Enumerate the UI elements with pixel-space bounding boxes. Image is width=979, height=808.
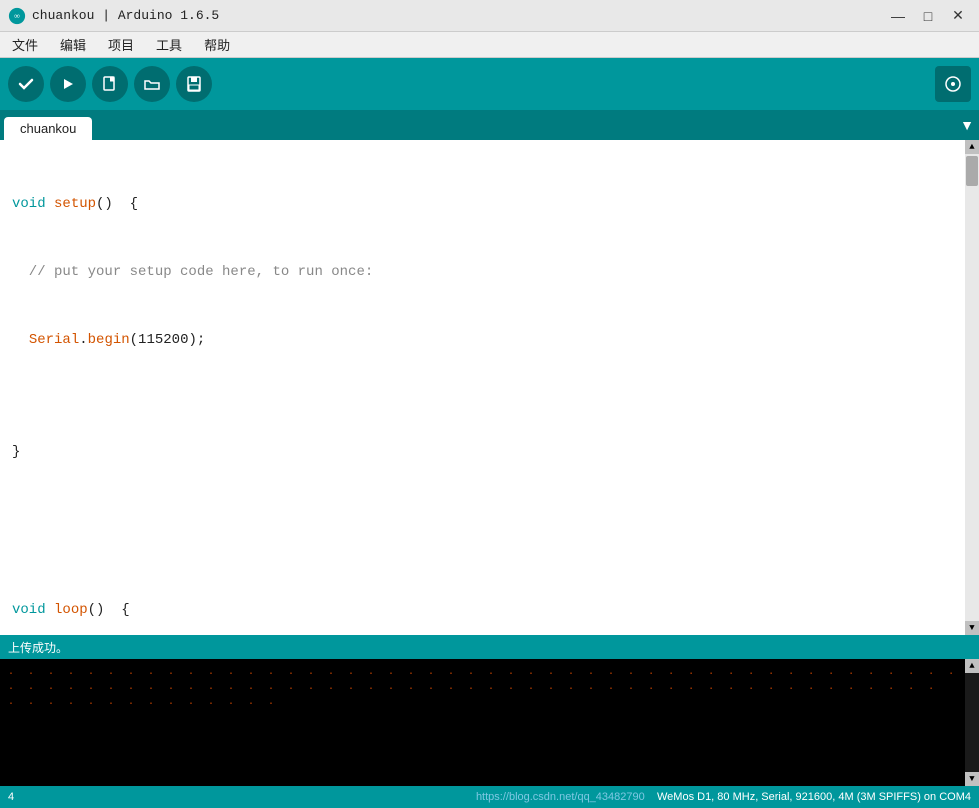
scroll-up-button[interactable]: ▲: [965, 140, 979, 154]
status-bar: 上传成功。: [0, 635, 979, 659]
verify-button[interactable]: [8, 66, 44, 102]
save-button[interactable]: [176, 66, 212, 102]
upload-icon: [59, 75, 77, 93]
code-line-8: void loop() {: [12, 599, 953, 622]
tab-chuankou[interactable]: chuankou: [4, 117, 92, 140]
new-button[interactable]: [92, 66, 128, 102]
title-bar: ∞ chuankou | Arduino 1.6.5 — □ ✕: [0, 0, 979, 32]
menu-edit[interactable]: 编辑: [54, 33, 92, 56]
menu-help[interactable]: 帮助: [198, 33, 236, 56]
code-line-3: Serial.begin(115200);: [12, 329, 953, 352]
code-line-1: void setup() {: [12, 193, 953, 216]
tab-dropdown-button[interactable]: ▼: [955, 110, 979, 140]
open-icon: [143, 75, 161, 93]
verify-icon: [17, 75, 35, 93]
console-dots-1: . . . . . . . . . . . . . . . . . . . . …: [8, 665, 959, 695]
editor-container: void setup() { // put your setup code he…: [0, 140, 979, 635]
console-scroll-up[interactable]: ▲: [965, 659, 979, 673]
board-info: https://blog.csdn.net/qq_43482790 WeMos …: [476, 791, 971, 803]
editor-scrollbar[interactable]: ▲ ▼: [965, 140, 979, 635]
board-info-text: WeMos D1, 80 MHz, Serial, 921600, 4M (3M…: [657, 791, 971, 803]
menu-file[interactable]: 文件: [6, 33, 44, 56]
title-left: ∞ chuankou | Arduino 1.6.5: [8, 7, 219, 25]
code-line-2: // put your setup code here, to run once…: [12, 261, 953, 284]
line-number: 4: [8, 791, 14, 803]
upload-button[interactable]: [50, 66, 86, 102]
status-message: 上传成功。: [8, 639, 68, 656]
menu-tools[interactable]: 工具: [150, 33, 188, 56]
scroll-down-button[interactable]: ▼: [965, 621, 979, 635]
svg-text:∞: ∞: [14, 11, 20, 20]
window-title: chuankou | Arduino 1.6.5: [32, 8, 219, 23]
console-scrollbar[interactable]: ▲ ▼: [965, 659, 979, 786]
scroll-thumb[interactable]: [966, 156, 978, 186]
new-icon: [101, 75, 119, 93]
serial-monitor-button[interactable]: [935, 66, 971, 102]
menu-project[interactable]: 项目: [102, 33, 140, 56]
arduino-logo-icon: ∞: [8, 7, 26, 25]
bottom-bar: 4 https://blog.csdn.net/qq_43482790 WeMo…: [0, 786, 979, 808]
maximize-button[interactable]: □: [915, 5, 941, 27]
menu-bar: 文件 编辑 项目 工具 帮助: [0, 32, 979, 58]
csdn-link[interactable]: https://blog.csdn.net/qq_43482790: [476, 791, 645, 803]
console-content: . . . . . . . . . . . . . . . . . . . . …: [0, 659, 979, 716]
serial-monitor-icon: [944, 75, 962, 93]
console-dots-2: . . . . . . . . . . . . . .: [8, 695, 959, 710]
save-icon: [185, 75, 203, 93]
title-controls: — □ ✕: [885, 5, 971, 27]
close-button[interactable]: ✕: [945, 5, 971, 27]
console-scroll-down[interactable]: ▼: [965, 772, 979, 786]
open-button[interactable]: [134, 66, 170, 102]
console-container: . . . . . . . . . . . . . . . . . . . . …: [0, 659, 979, 786]
tab-bar: chuankou ▼: [0, 110, 979, 140]
code-line-5: }: [12, 441, 953, 464]
minimize-button[interactable]: —: [885, 5, 911, 27]
code-area[interactable]: void setup() { // put your setup code he…: [0, 140, 965, 635]
toolbar: [0, 58, 979, 110]
